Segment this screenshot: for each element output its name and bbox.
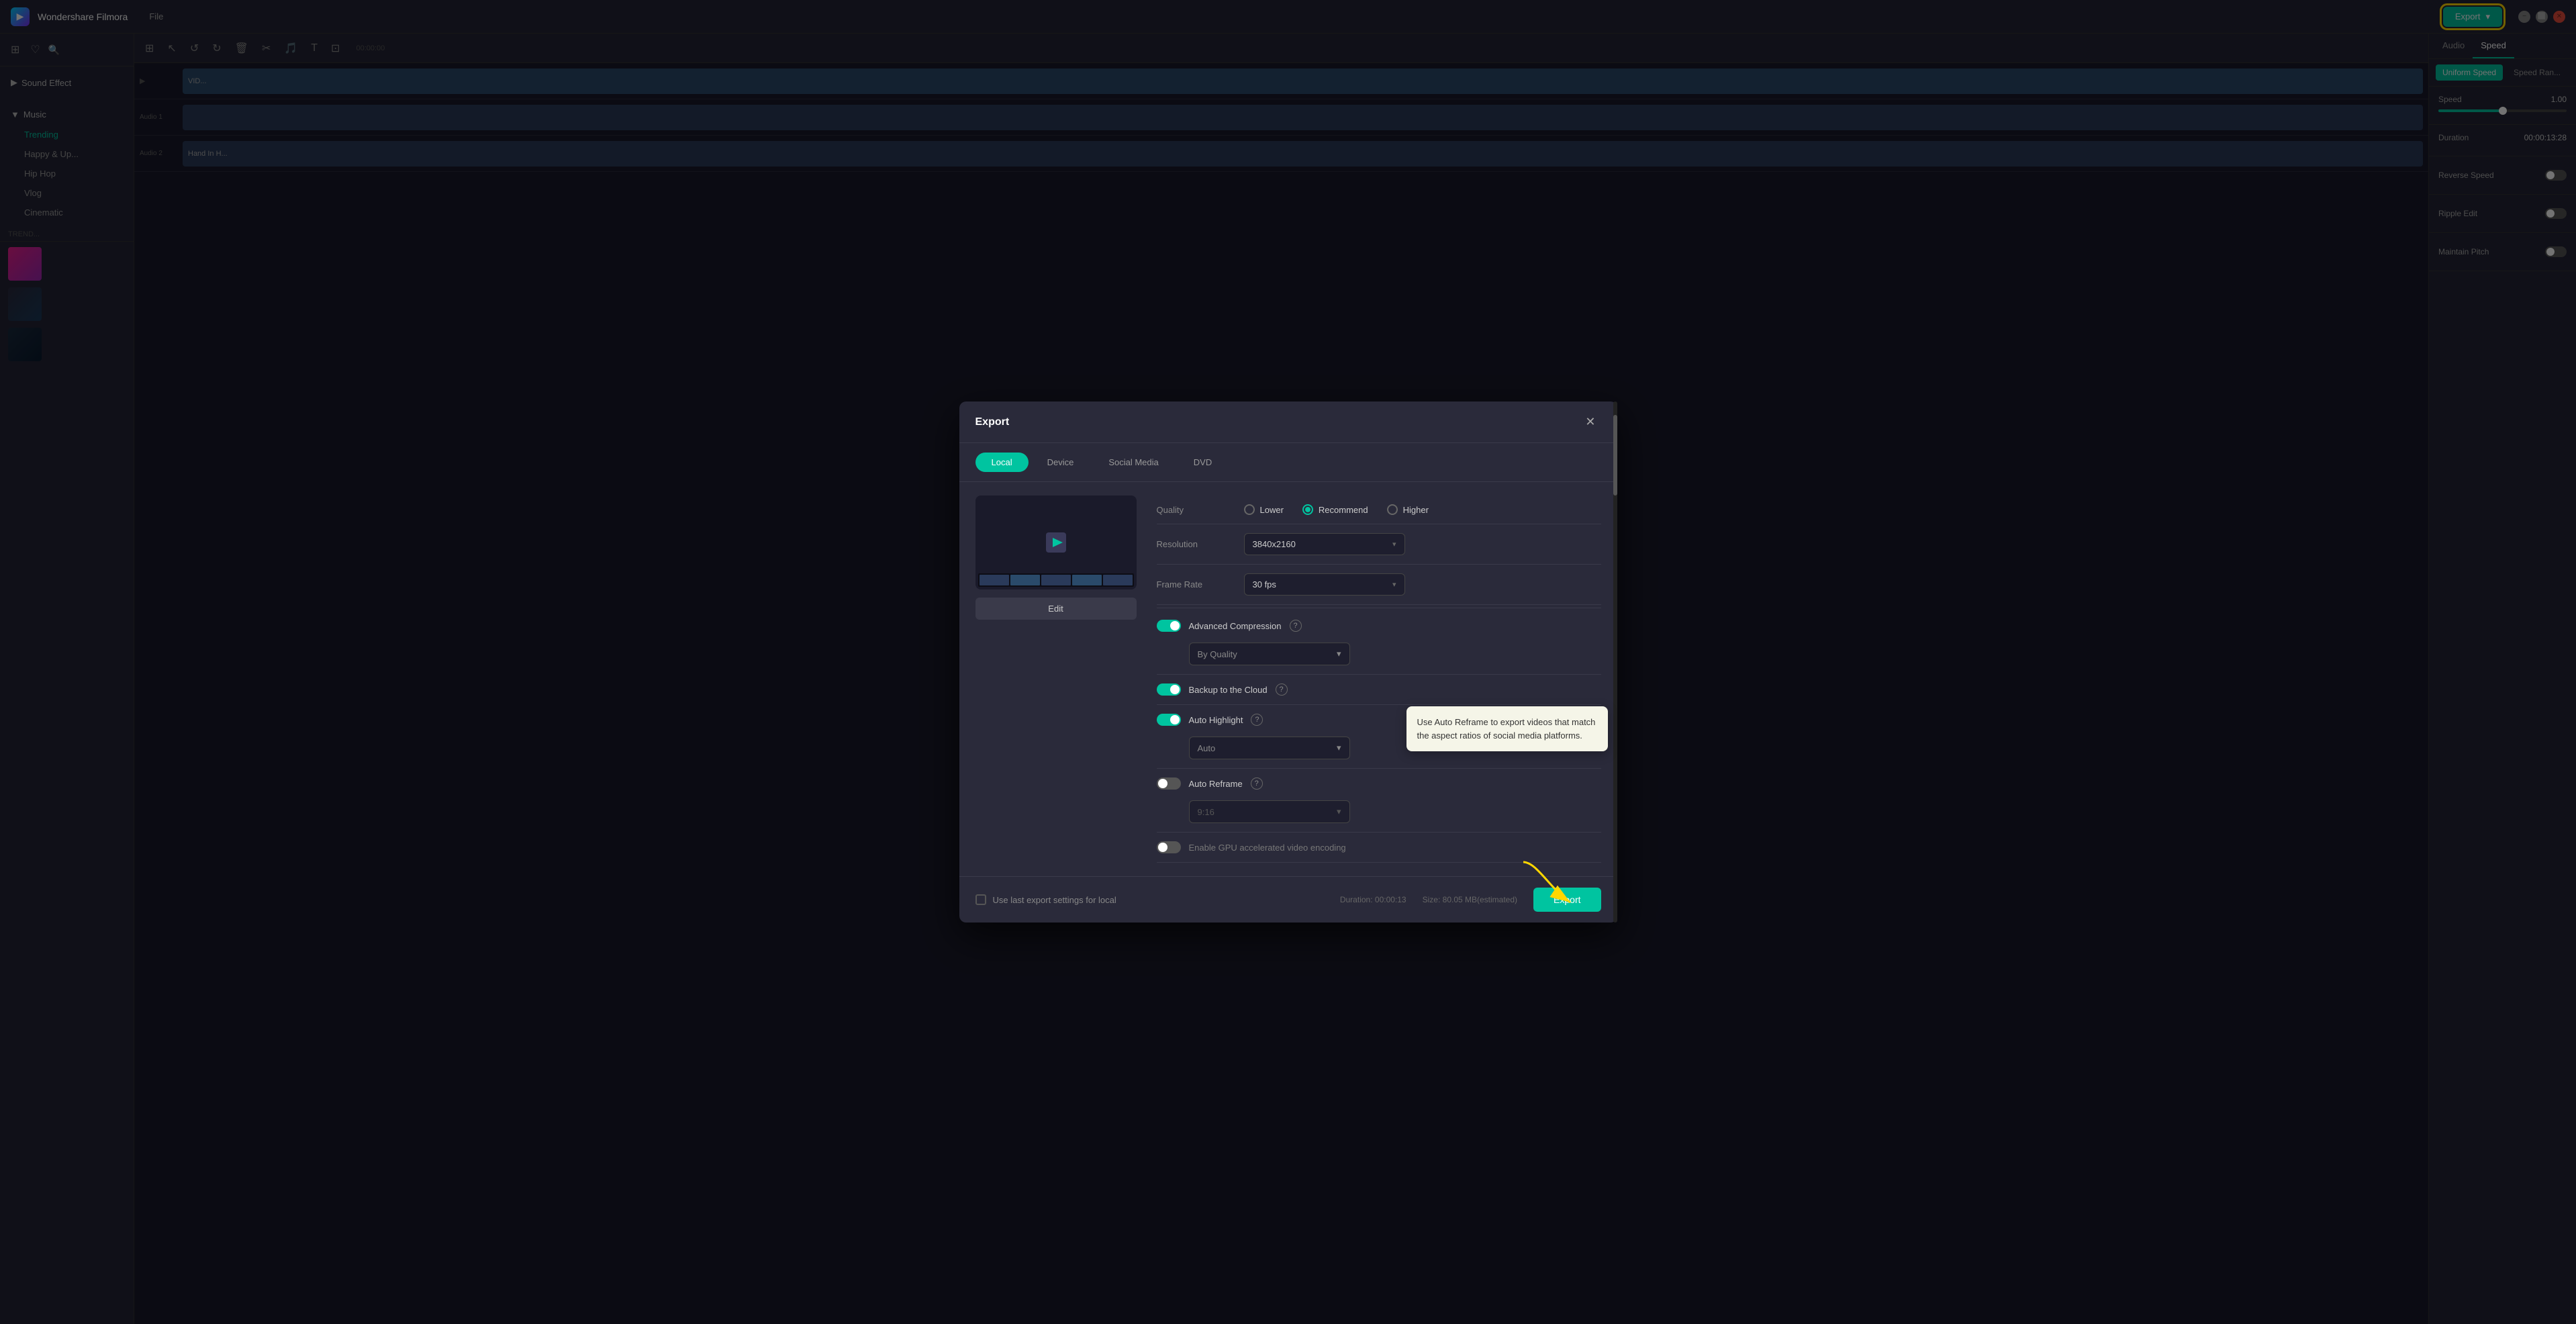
framerate-value: 30 fps — [1253, 579, 1276, 589]
auto-reframe-ratio-chevron: ▾ — [1337, 806, 1341, 817]
quality-lower-option[interactable]: Lower — [1244, 504, 1284, 515]
auto-highlight-toggle[interactable] — [1157, 714, 1181, 726]
modal-footer: Use last export settings for local Durat… — [959, 876, 1617, 923]
preview-edit-button[interactable]: Edit — [975, 598, 1137, 620]
modal-tabs: Local Device Social Media DVD — [959, 443, 1617, 482]
filmstrip-cell — [1010, 575, 1040, 585]
filmora-icon — [1039, 526, 1073, 559]
auto-reframe-label: Auto Reframe — [1189, 779, 1243, 789]
backup-cloud-label: Backup to the Cloud — [1189, 685, 1268, 695]
tooltip-text: Use Auto Reframe to export videos that m… — [1417, 717, 1596, 741]
quality-recommend-option[interactable]: Recommend — [1302, 504, 1368, 515]
auto-reframe-row: Auto Reframe ? — [1157, 777, 1263, 790]
resolution-row: Resolution 3840x2160 ▾ — [1157, 524, 1601, 565]
gpu-toggle[interactable] — [1157, 841, 1181, 853]
modal-close-button[interactable]: ✕ — [1580, 412, 1601, 432]
auto-highlight-help-icon[interactable]: ? — [1251, 714, 1263, 726]
by-quality-select[interactable]: By Quality ▾ — [1189, 643, 1350, 665]
modal-tab-device[interactable]: Device — [1031, 453, 1090, 472]
backup-cloud-inner: Backup to the Cloud ? — [1157, 683, 1288, 696]
quality-row: Quality Lower Recommend Higher — [1157, 495, 1601, 524]
resolution-chevron: ▾ — [1392, 540, 1396, 549]
auto-reframe-knob — [1158, 779, 1167, 788]
advanced-compression-row: Advanced Compression ? — [1157, 620, 1302, 632]
auto-reframe-ratio: 9:16 — [1198, 807, 1214, 817]
framerate-row: Frame Rate 30 fps ▾ — [1157, 565, 1601, 605]
auto-reframe-help-icon[interactable]: ? — [1251, 777, 1263, 790]
framerate-chevron: ▾ — [1392, 580, 1396, 589]
quality-recommend-label: Recommend — [1319, 505, 1368, 515]
footer-size: Size: 80.05 MB(estimated) — [1423, 895, 1517, 904]
use-last-settings-row: Use last export settings for local — [975, 886, 1116, 913]
gpu-row: Enable GPU accelerated video encoding — [1157, 833, 1601, 863]
auto-highlight-row: Auto Highlight ? — [1157, 714, 1263, 726]
size-label: Size: — [1423, 895, 1441, 904]
advanced-compression-label: Advanced Compression — [1189, 621, 1282, 631]
framerate-select[interactable]: 30 fps ▾ — [1244, 573, 1405, 596]
footer-export-button[interactable]: Export — [1533, 888, 1601, 912]
auto-highlight-mode: Auto — [1198, 743, 1216, 753]
gpu-knob — [1158, 843, 1167, 852]
quality-higher-radio — [1387, 504, 1398, 515]
auto-highlight-label: Auto Highlight — [1189, 715, 1243, 725]
use-last-settings-checkbox[interactable] — [975, 894, 986, 905]
gpu-inner: Enable GPU accelerated video encoding — [1157, 841, 1346, 853]
filmstrip — [978, 573, 1134, 587]
backup-cloud-help-icon[interactable]: ? — [1276, 683, 1288, 696]
quality-higher-option[interactable]: Higher — [1387, 504, 1429, 515]
by-quality-chevron: ▾ — [1337, 649, 1341, 659]
modal-header: Export ✕ — [959, 401, 1617, 443]
quality-lower-label: Lower — [1260, 505, 1284, 515]
modal-tab-dvd[interactable]: DVD — [1178, 453, 1228, 472]
auto-reframe-section: Auto Reframe ? 9:16 ▾ Use Auto Reframe t… — [1157, 769, 1601, 833]
modal-preview: Edit — [975, 495, 1137, 863]
preview-thumbnail — [975, 495, 1137, 589]
modal-overlay: Export ✕ Local Device Social Media DVD — [0, 0, 2576, 1324]
modal-scrollbar-thumb — [1613, 415, 1617, 495]
gpu-label: Enable GPU accelerated video encoding — [1189, 843, 1346, 853]
filmstrip-cell — [1072, 575, 1102, 585]
resolution-label: Resolution — [1157, 539, 1244, 549]
quality-label: Quality — [1157, 505, 1244, 515]
quality-options: Lower Recommend Higher — [1244, 504, 1429, 515]
quality-higher-label: Higher — [1403, 505, 1429, 515]
advanced-compression-section: Advanced Compression ? By Quality ▾ — [1157, 611, 1601, 675]
auto-reframe-tooltip: Use Auto Reframe to export videos that m… — [1406, 706, 1608, 751]
auto-reframe-ratio-select[interactable]: 9:16 ▾ — [1189, 800, 1350, 823]
advanced-compression-knob — [1170, 621, 1180, 630]
backup-cloud-knob — [1170, 685, 1180, 694]
filmstrip-cell — [1103, 575, 1133, 585]
backup-cloud-row: Backup to the Cloud ? — [1157, 675, 1601, 705]
use-last-settings-label: Use last export settings for local — [993, 895, 1116, 905]
auto-highlight-knob — [1170, 715, 1180, 724]
modal-tab-local[interactable]: Local — [975, 453, 1029, 472]
framerate-label: Frame Rate — [1157, 579, 1244, 589]
quality-lower-radio — [1244, 504, 1255, 515]
advanced-compression-help-icon[interactable]: ? — [1290, 620, 1302, 632]
modal-scrollbar[interactable] — [1613, 401, 1617, 923]
modal-settings: Quality Lower Recommend Higher — [1157, 495, 1601, 863]
modal-body: Edit Quality Lower Recommend — [959, 482, 1617, 876]
backup-cloud-toggle[interactable] — [1157, 683, 1181, 696]
auto-highlight-mode-select[interactable]: Auto ▾ — [1189, 737, 1350, 759]
auto-reframe-toggle[interactable] — [1157, 777, 1181, 790]
advanced-compression-toggle[interactable] — [1157, 620, 1181, 632]
footer-duration: Duration: 00:00:13 — [1340, 895, 1406, 904]
quality-recommend-radio — [1302, 504, 1313, 515]
duration-value: 00:00:13 — [1375, 895, 1406, 904]
footer-right: Duration: 00:00:13 Size: 80.05 MB(estima… — [1340, 888, 1601, 912]
filmstrip-cell — [980, 575, 1009, 585]
resolution-value: 3840x2160 — [1253, 539, 1296, 549]
modal-tab-social[interactable]: Social Media — [1092, 453, 1174, 472]
export-modal: Export ✕ Local Device Social Media DVD — [959, 401, 1617, 923]
by-quality-label: By Quality — [1198, 649, 1237, 659]
auto-highlight-chevron: ▾ — [1337, 743, 1341, 753]
duration-label: Duration: — [1340, 895, 1373, 904]
filmstrip-cell — [1041, 575, 1071, 585]
modal-title: Export — [975, 416, 1010, 428]
resolution-select[interactable]: 3840x2160 ▾ — [1244, 533, 1405, 555]
size-value: 80.05 MB(estimated) — [1443, 895, 1517, 904]
